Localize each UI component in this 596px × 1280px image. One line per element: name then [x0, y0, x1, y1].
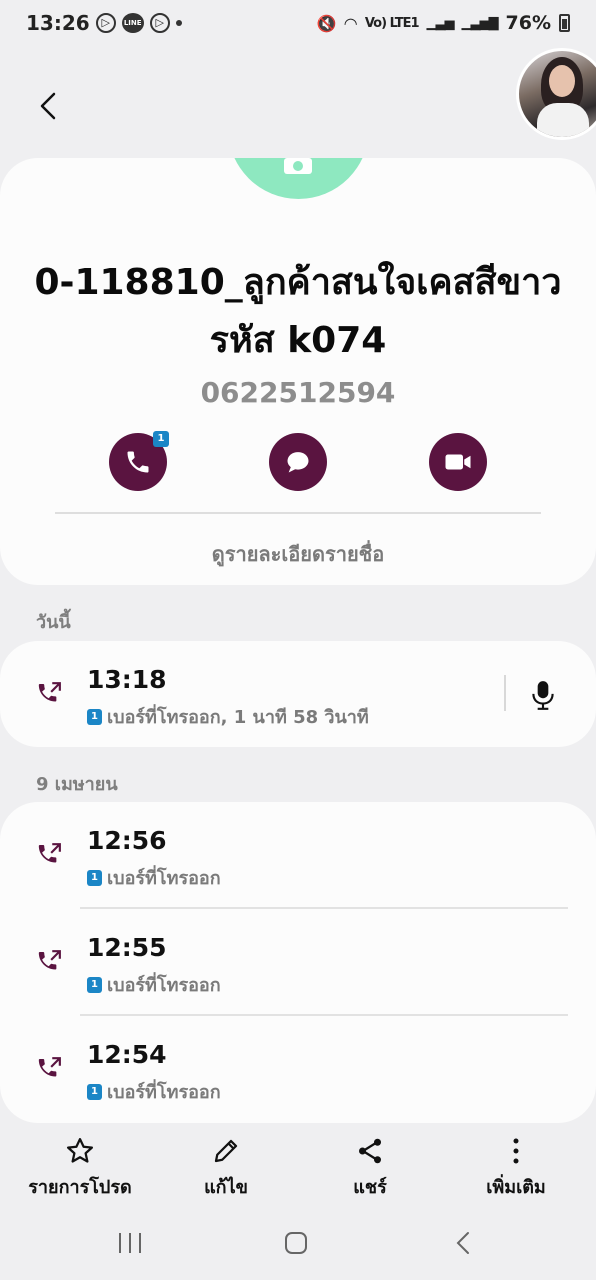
notification-icon: ▷ — [149, 13, 170, 33]
divider — [504, 675, 506, 711]
mic-icon[interactable] — [530, 679, 556, 711]
call-count-badge: 1 — [153, 431, 169, 447]
sim-badge: 1 — [87, 1083, 102, 1100]
video-call-button[interactable] — [429, 433, 487, 491]
battery-icon — [559, 14, 570, 32]
phone-icon — [127, 451, 149, 473]
call-log-row[interactable]: 12:54 1 เบอร์ที่โทรออก — [0, 1016, 596, 1123]
call-log-row[interactable]: 13:18 1 เบอร์ที่โทรออก, 1 นาที 58 วินาที — [0, 641, 596, 748]
call-log-row[interactable]: 12:55 1 เบอร์ที่โทรออก — [0, 909, 596, 1016]
battery-percent: 76% — [505, 12, 551, 34]
more-vertical-icon — [513, 1138, 519, 1164]
contact-number: 0622512594 — [200, 376, 396, 409]
outgoing-call-icon — [38, 1057, 61, 1077]
edit-button[interactable]: แก้ไข — [161, 1136, 291, 1201]
call-detail: 1 เบอร์ที่โทรออก — [87, 863, 221, 892]
earlier-calls-card: 12:56 1 เบอร์ที่โทรออก 12:55 1 เบอร์ที่โ… — [0, 802, 596, 1123]
outgoing-call-icon — [38, 843, 61, 863]
call-detail-text: เบอร์ที่โทรออก — [107, 868, 221, 889]
status-bar: 13:26 ▷ LINE ▷ 🔇 ◠ Vo) LTE1 ▁▃▅ ▁▃▅▇ 76% — [0, 0, 596, 46]
notification-icon: ▷ — [95, 13, 116, 33]
call-detail-text: เบอร์ที่โทรออก, 1 นาที 58 วินาที — [107, 707, 369, 728]
outgoing-call-icon — [38, 950, 61, 970]
avatar[interactable] — [516, 48, 596, 140]
section-date-label: 9 เมษายน — [36, 774, 118, 795]
more-label: เพิ่มเติม — [486, 1177, 546, 1198]
home-icon[interactable] — [276, 1226, 316, 1260]
sim-badge: 1 — [87, 869, 102, 886]
favorite-button[interactable]: รายการโปรด — [15, 1136, 145, 1201]
call-time: 12:56 — [87, 826, 167, 855]
favorite-label: รายการโปรด — [28, 1177, 132, 1198]
line-app-icon: LINE — [121, 13, 144, 33]
call-time: 12:55 — [87, 933, 167, 962]
call-detail-text: เบอร์ที่โทรออก — [107, 975, 221, 996]
call-detail: 1 เบอร์ที่โทรออก — [87, 1077, 221, 1106]
message-button[interactable] — [269, 433, 327, 491]
bottom-action-bar: รายการโปรด แก้ไข แชร์ เพิ่มเติม — [0, 1136, 596, 1206]
system-nav-bar — [0, 1210, 596, 1280]
contact-photo[interactable] — [228, 158, 369, 199]
status-time: 13:26 — [26, 11, 90, 35]
call-time: 12:54 — [87, 1040, 167, 1069]
message-icon — [287, 452, 309, 473]
signal-icon: ▁▃▅ — [426, 15, 455, 31]
call-detail: 1 เบอร์ที่โทรออก, 1 นาที 58 วินาที — [87, 702, 369, 731]
today-calls-card: 13:18 1 เบอร์ที่โทรออก, 1 นาที 58 วินาที — [0, 641, 596, 747]
edit-label: แก้ไข — [204, 1177, 248, 1198]
mute-icon: 🔇 — [316, 13, 337, 33]
signal-icon: ▁▃▅▇ — [461, 15, 499, 31]
share-icon — [359, 1138, 381, 1164]
call-log-row[interactable]: 12:56 1 เบอร์ที่โทรออก — [0, 802, 596, 909]
contact-name: 0-118810_ลูกค้าสนใจเคสสีขาวรหัส k074 — [34, 262, 562, 361]
contact-card: 0-118810_ลูกค้าสนใจเคสสีขาวรหัส k074 062… — [0, 158, 596, 585]
more-notifications-dot-icon — [175, 20, 182, 26]
back-button[interactable] — [30, 86, 70, 126]
nav-back-icon[interactable] — [444, 1226, 484, 1260]
sim-badge: 1 — [87, 708, 102, 725]
camera-icon — [284, 158, 312, 174]
wifi-icon: ◠ — [344, 13, 357, 33]
recent-apps-icon[interactable] — [110, 1226, 150, 1260]
call-button[interactable]: 1 — [109, 431, 169, 491]
view-contact-details-link[interactable]: ดูรายละเอียดรายชื่อ — [0, 538, 596, 570]
sim-badge: 1 — [87, 976, 102, 993]
outgoing-call-icon — [38, 682, 61, 702]
call-time: 13:18 — [87, 665, 167, 694]
share-button[interactable]: แชร์ — [305, 1136, 435, 1201]
network-label: Vo) LTE1 — [364, 15, 420, 31]
call-detail-text: เบอร์ที่โทรออก — [107, 1082, 221, 1103]
share-label: แชร์ — [353, 1177, 387, 1198]
more-button[interactable]: เพิ่มเติม — [451, 1136, 581, 1201]
star-icon — [67, 1138, 93, 1163]
pencil-icon — [214, 1139, 238, 1163]
divider — [55, 512, 541, 514]
call-detail: 1 เบอร์ที่โทรออก — [87, 970, 221, 999]
section-today-label: วันนี้ — [36, 612, 71, 633]
video-icon — [445, 454, 471, 470]
